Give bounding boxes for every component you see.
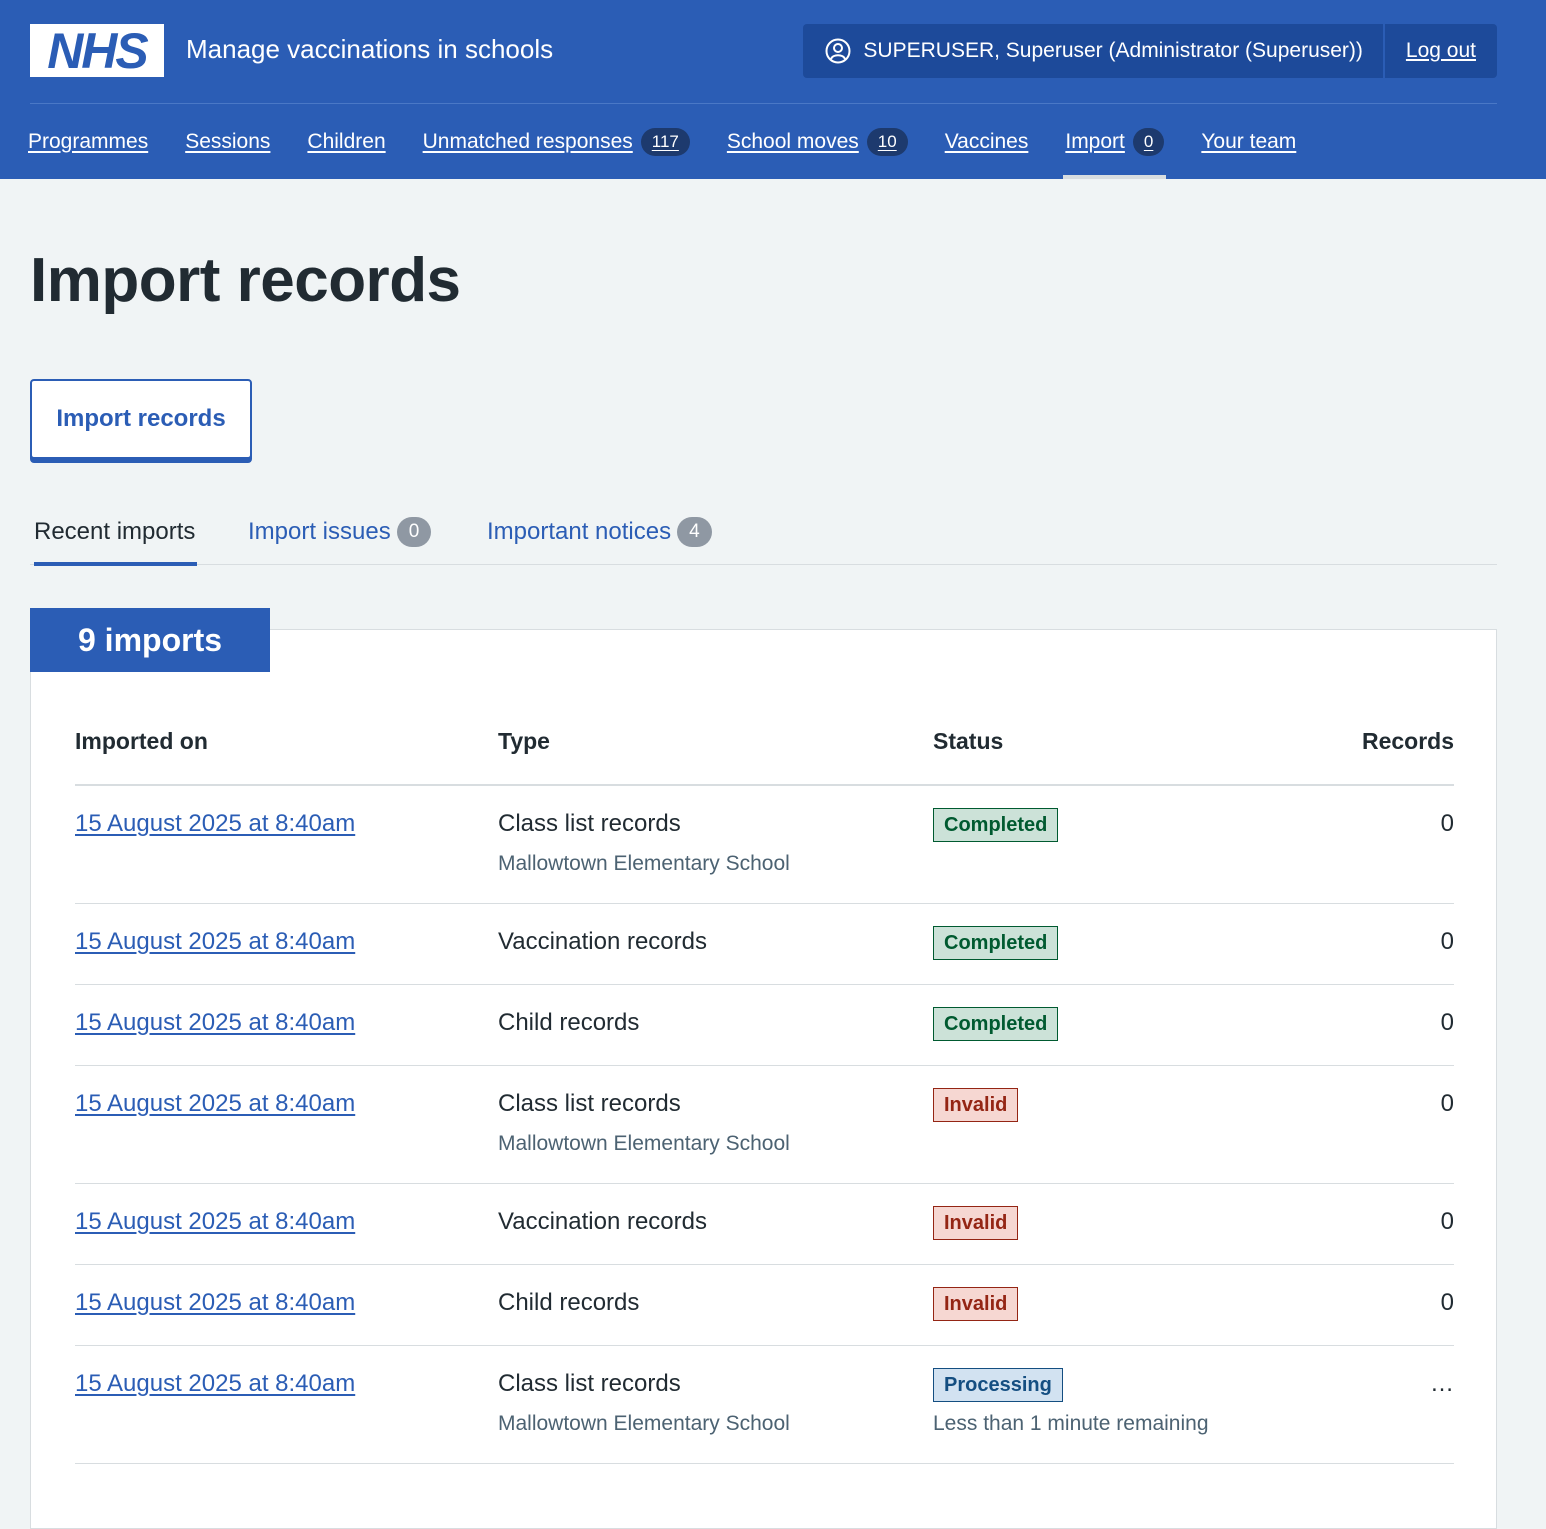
tab-label: Important notices xyxy=(487,518,672,545)
school-name: Mallowtown Elementary School xyxy=(498,1412,790,1435)
nav-item-children[interactable]: Children xyxy=(307,104,385,179)
import-records-button[interactable]: Import records xyxy=(30,379,252,459)
table-row: 15 August 2025 at 8:40am Class list reco… xyxy=(75,1346,1454,1464)
nav-item-school-moves[interactable]: School moves 10 xyxy=(727,104,908,179)
primary-nav: Programmes Sessions Children Unmatched r… xyxy=(28,104,1333,179)
nav-item-label: School moves xyxy=(726,129,859,153)
status-cell: Completed xyxy=(933,808,1059,842)
status-cell: Completed xyxy=(933,926,1059,960)
table-row: 15 August 2025 at 8:40am Child records I… xyxy=(75,1265,1454,1346)
nav-item-vaccines[interactable]: Vaccines xyxy=(945,104,1029,179)
status-badge: Invalid xyxy=(933,1287,1019,1321)
status-badge: Completed xyxy=(933,926,1059,960)
imports-count-heading: 9 imports xyxy=(30,608,270,672)
page-title: Import records xyxy=(30,246,461,315)
table-row: 15 August 2025 at 8:40am Vaccination rec… xyxy=(75,1184,1454,1265)
import-date-link[interactable]: 15 August 2025 at 8:40am xyxy=(75,1090,355,1118)
nav-item-unmatched-responses[interactable]: Unmatched responses 117 xyxy=(423,104,690,179)
table-row: 15 August 2025 at 8:40am Vaccination rec… xyxy=(75,904,1454,985)
status-badge: Completed xyxy=(933,808,1059,842)
nav-item-your-team[interactable]: Your team xyxy=(1201,104,1296,179)
import-type: Class list records xyxy=(498,810,681,837)
status-cell: Invalid xyxy=(933,1206,1019,1240)
import-type: Child records xyxy=(498,1009,640,1036)
school-name: Mallowtown Elementary School xyxy=(498,1132,790,1155)
table-header: Imported on Type Status Records xyxy=(75,630,1454,786)
nav-item-label: Your team xyxy=(1201,129,1297,153)
import-type: Class list records xyxy=(498,1090,681,1117)
records-count: 0 xyxy=(1440,928,1454,955)
account-user-label: SUPERUSER, Superuser (Administrator (Sup… xyxy=(863,39,1363,62)
tab-recent-imports[interactable]: Recent imports xyxy=(34,499,198,566)
import-type: Class list records xyxy=(498,1370,681,1397)
import-type: Child records xyxy=(498,1289,640,1316)
account-user: SUPERUSER, Superuser (Administrator (Sup… xyxy=(803,24,1385,78)
import-date-link[interactable]: 15 August 2025 at 8:40am xyxy=(75,928,355,956)
import-type: Vaccination records xyxy=(498,928,707,955)
nav-item-label: Sessions xyxy=(185,129,271,153)
nav-item-label: Unmatched responses xyxy=(422,129,633,153)
import-date-link[interactable]: 15 August 2025 at 8:40am xyxy=(75,810,355,838)
site-header: NHS Manage vaccinations in schools SUPER… xyxy=(0,0,1546,179)
count-badge: 0 xyxy=(1132,127,1165,156)
import-date-link[interactable]: 15 August 2025 at 8:40am xyxy=(75,1208,355,1236)
nav-item-label: Children xyxy=(307,129,386,153)
nav-item-label: Vaccines xyxy=(944,129,1029,153)
import-date-link[interactable]: 15 August 2025 at 8:40am xyxy=(75,1370,355,1398)
status-cell: Completed xyxy=(933,1007,1059,1041)
tab-import-issues[interactable]: Import issues 0 xyxy=(248,499,432,565)
status-badge: Invalid xyxy=(933,1088,1019,1122)
nav-item-import[interactable]: Import 0 xyxy=(1063,104,1167,179)
tab-label: Import issues xyxy=(248,518,391,545)
records-count: 0 xyxy=(1440,1289,1454,1316)
status-badge: Completed xyxy=(933,1007,1059,1041)
service-name[interactable]: Manage vaccinations in schools xyxy=(186,34,553,65)
school-name: Mallowtown Elementary School xyxy=(498,852,790,875)
import-date-link[interactable]: 15 August 2025 at 8:40am xyxy=(75,1009,355,1037)
nhs-logo-text: NHS xyxy=(47,22,149,79)
column-header-type[interactable]: Type xyxy=(498,728,550,755)
column-header-imported-on[interactable]: Imported on xyxy=(75,728,208,755)
nhs-logo[interactable]: NHS xyxy=(30,24,164,77)
records-count: … xyxy=(1430,1370,1454,1397)
nav-item-label: Import xyxy=(1065,129,1125,153)
nav-item-programmes[interactable]: Programmes xyxy=(28,104,148,179)
import-date-link[interactable]: 15 August 2025 at 8:40am xyxy=(75,1289,355,1317)
tab-important-notices[interactable]: Important notices 4 xyxy=(487,499,712,565)
status-badge: Processing xyxy=(933,1368,1063,1402)
nav-item-sessions[interactable]: Sessions xyxy=(185,104,270,179)
count-badge: 117 xyxy=(640,127,690,156)
imports-table: Imported on Type Status Records 15 Augus… xyxy=(75,630,1454,1464)
account-bar: SUPERUSER, Superuser (Administrator (Sup… xyxy=(803,24,1497,78)
column-header-status[interactable]: Status xyxy=(933,728,1003,755)
column-header-records[interactable]: Records xyxy=(1362,728,1454,755)
count-badge: 0 xyxy=(396,517,432,547)
nav-item-label: Programmes xyxy=(28,129,149,153)
records-count: 0 xyxy=(1440,1009,1454,1036)
records-count: 0 xyxy=(1440,810,1454,837)
tab-list: Recent imports Import issues 0 Important … xyxy=(30,499,1497,566)
imports-card: Imported on Type Status Records 15 Augus… xyxy=(30,629,1497,1529)
header-top: NHS Manage vaccinations in schools SUPER… xyxy=(30,0,1497,104)
logout-link[interactable]: Log out xyxy=(1385,24,1497,78)
import-type: Vaccination records xyxy=(498,1208,707,1235)
status-cell: Invalid xyxy=(933,1287,1019,1321)
count-badge: 10 xyxy=(866,127,908,156)
status-cell: Processing xyxy=(933,1368,1063,1402)
count-badge: 4 xyxy=(677,517,712,547)
records-count: 0 xyxy=(1440,1090,1454,1117)
tab-label: Recent imports xyxy=(34,518,196,545)
table-row: 15 August 2025 at 8:40am Child records C… xyxy=(75,985,1454,1066)
table-row: 15 August 2025 at 8:40am Class list reco… xyxy=(75,1066,1454,1184)
table-row: 15 August 2025 at 8:40am Class list reco… xyxy=(75,786,1454,904)
status-badge: Invalid xyxy=(933,1206,1019,1240)
status-note: Less than 1 minute remaining xyxy=(933,1412,1209,1435)
records-count: 0 xyxy=(1440,1208,1454,1235)
status-cell: Invalid xyxy=(933,1088,1019,1122)
user-icon xyxy=(825,38,851,64)
